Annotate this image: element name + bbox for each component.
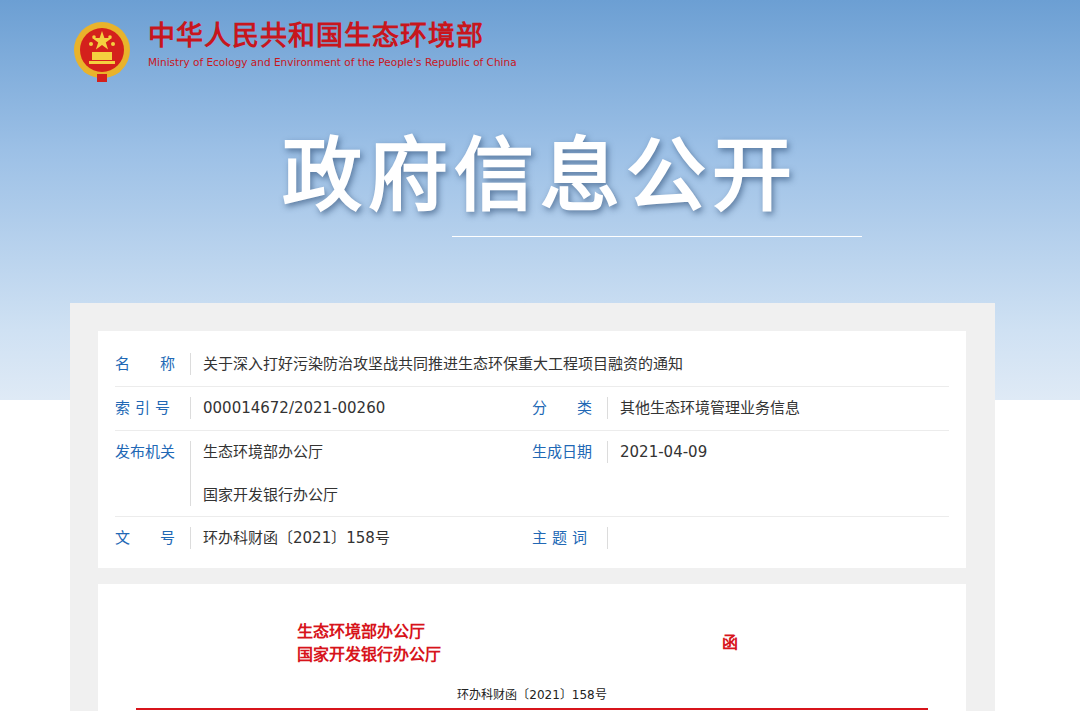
site-name[interactable]: 中华人民共和国生态环境部	[148, 20, 517, 52]
issuer-name: 生态环境部办公厅	[297, 620, 722, 643]
meta-cell: 文 号环办科财函〔2021〕158号	[115, 517, 532, 560]
issuer-name: 国家开发银行办公厅	[297, 643, 722, 666]
meta-value-line: 关于深入打好污染防治攻坚战共同推进生态环保重大工程项目融资的通知	[203, 353, 949, 375]
meta-value-line: 国家开发银行办公厅	[203, 484, 532, 506]
meta-label: 生成日期	[532, 441, 607, 463]
meta-label: 主 题 词	[532, 527, 607, 549]
site-name-en: Ministry of Ecology and Environment of t…	[148, 56, 517, 70]
meta-label: 名 称	[115, 353, 190, 375]
meta-value: 环办科财函〔2021〕158号	[190, 527, 532, 549]
document-head: 生态环境部办公厅国家开发银行办公厅函	[136, 620, 928, 666]
red-rule	[136, 708, 928, 710]
meta-row: 索 引 号 000014672/2021-00260分 类其他生态环境管理业务信息	[115, 387, 949, 431]
meta-cell: 主 题 词	[532, 517, 949, 560]
document-card: 生态环境部办公厅国家开发银行办公厅函环办科财函〔2021〕158号	[98, 584, 966, 711]
meta-card: 名 称关于深入打好污染防治攻坚战共同推进生态环保重大工程项目融资的通知索 引 号…	[98, 331, 966, 568]
document-number: 环办科财函〔2021〕158号	[136, 688, 928, 704]
meta-cell: 生成日期 2021-04-09	[532, 431, 949, 516]
meta-cell: 名 称关于深入打好污染防治攻坚战共同推进生态环保重大工程项目融资的通知	[115, 343, 949, 386]
meta-cell: 分 类其他生态环境管理业务信息	[532, 387, 949, 430]
document-type: 函	[722, 633, 738, 652]
banner-title: 政府信息公开	[0, 128, 1080, 224]
meta-row: 名 称关于深入打好污染防治攻坚战共同推进生态环保重大工程项目融资的通知	[115, 343, 949, 387]
meta-value: 000014672/2021-00260	[190, 397, 532, 419]
meta-value-line: 生态环境部办公厅	[203, 441, 532, 463]
meta-value-line: 000014672/2021-00260	[203, 397, 532, 419]
banner: 政府信息公开	[0, 88, 1080, 237]
banner-underline	[452, 236, 862, 237]
meta-label: 文 号	[115, 527, 190, 549]
meta-value: 2021-04-09	[607, 441, 949, 463]
meta-label: 发布机关	[115, 441, 190, 463]
meta-value: 关于深入打好污染防治攻坚战共同推进生态环保重大工程项目融资的通知	[190, 353, 949, 375]
meta-cell: 索 引 号 000014672/2021-00260	[115, 387, 532, 430]
meta-row: 发布机关生态环境部办公厅国家开发银行办公厅生成日期 2021-04-09	[115, 431, 949, 517]
content-panel: 名 称关于深入打好污染防治攻坚战共同推进生态环保重大工程项目融资的通知索 引 号…	[70, 303, 995, 711]
meta-value: 生态环境部办公厅国家开发银行办公厅	[190, 441, 532, 506]
meta-value	[607, 527, 949, 549]
meta-row: 文 号环办科财函〔2021〕158号主 题 词	[115, 517, 949, 560]
meta-value-line: 其他生态环境管理业务信息	[620, 397, 949, 419]
meta-cell: 发布机关生态环境部办公厅国家开发银行办公厅	[115, 431, 532, 516]
meta-label: 索 引 号	[115, 397, 190, 419]
meta-value-line: 2021-04-09	[620, 441, 949, 463]
national-emblem-icon[interactable]	[72, 20, 132, 84]
site-title-group: 中华人民共和国生态环境部 Ministry of Ecology and Envi…	[148, 20, 517, 70]
site-header: 中华人民共和国生态环境部 Ministry of Ecology and Envi…	[0, 0, 1080, 88]
meta-value: 其他生态环境管理业务信息	[607, 397, 949, 419]
issuer-block: 生态环境部办公厅国家开发银行办公厅	[297, 620, 722, 666]
meta-value-line: 环办科财函〔2021〕158号	[203, 527, 532, 549]
meta-label: 分 类	[532, 397, 607, 419]
